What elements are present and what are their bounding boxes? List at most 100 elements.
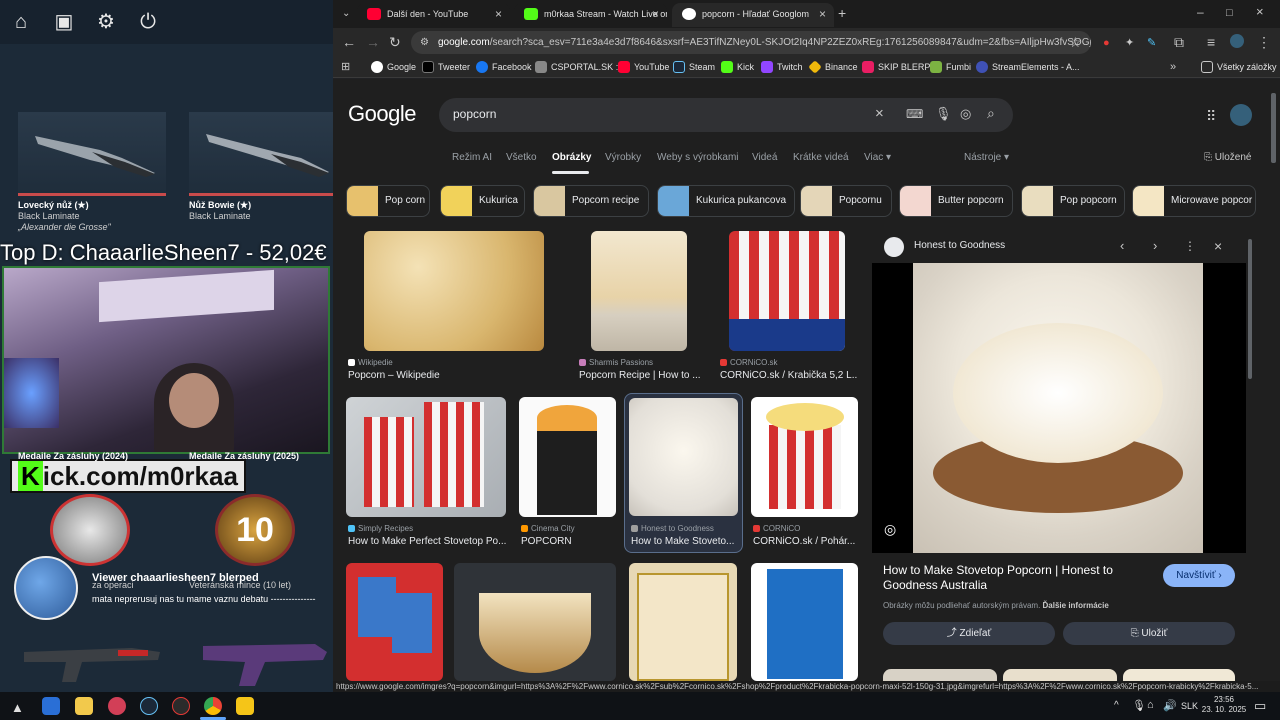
gear-icon[interactable]: ⚙ [95, 11, 117, 33]
close-icon[interactable]: × [1214, 231, 1222, 261]
related-chip[interactable]: Popcorn recipe [533, 185, 649, 217]
apps-grid-icon[interactable]: ⊞ [341, 60, 350, 74]
bookmark[interactable]: Facebook [476, 60, 532, 74]
preview-scrollbar[interactable] [1248, 239, 1252, 379]
bookmark[interactable]: Steam [673, 60, 715, 74]
result-thumbnail[interactable] [346, 563, 443, 681]
tab-images[interactable]: Obrázky [552, 152, 591, 163]
search-query[interactable]: popcorn [453, 107, 496, 121]
tab-google[interactable]: popcorn - Hľadať Googlom × [672, 3, 834, 27]
tab-search-icon[interactable]: ⌄ [342, 7, 350, 21]
close-tab-icon[interactable]: × [495, 3, 502, 25]
more-bookmarks-icon[interactable]: » [1170, 60, 1176, 74]
tab-products[interactable]: Výrobky [605, 152, 641, 163]
file-explorer-icon[interactable] [75, 697, 93, 715]
related-chip[interactable]: Popcornu [800, 185, 892, 217]
image-result[interactable]: Sharmis Passions Popcorn Recipe | How to… [577, 231, 707, 391]
lens-icon[interactable]: ◎ [960, 106, 971, 122]
result-thumbnail[interactable] [751, 397, 858, 517]
related-chip[interactable]: Kukurica [440, 185, 525, 217]
close-tab-icon[interactable]: × [819, 3, 826, 25]
bookmark[interactable]: StreamElements - A... [976, 60, 1080, 74]
network-icon[interactable]: ⌂ [1147, 699, 1154, 711]
site-info-icon[interactable]: ⚙ [420, 31, 429, 54]
share-button[interactable]: ⤴ Zdieľať [883, 622, 1055, 645]
google-apps-icon[interactable]: ⠿ [1206, 108, 1216, 125]
related-chip[interactable]: Pop popcorn [1021, 185, 1125, 217]
result-title[interactable]: How to Make Perfect Stovetop Po... [348, 536, 506, 547]
result-thumbnail[interactable] [751, 563, 858, 681]
language-indicator[interactable]: SLK [1181, 701, 1198, 711]
more-options-icon[interactable]: ⋮ [1184, 231, 1196, 261]
bookmark[interactable]: SKIP BLERP [862, 60, 930, 74]
microphone-icon[interactable]: 🎙 [935, 106, 952, 122]
bookmark[interactable]: Binance [808, 60, 858, 74]
image-result[interactable]: CORNiCO.sk CORNiCO.sk / Krabička 5,2 L..… [718, 231, 858, 391]
previous-icon[interactable]: ‹ [1120, 231, 1124, 261]
image-result-selected[interactable]: Honest to Goodness How to Make Stoveto..… [624, 393, 743, 553]
result-title[interactable]: CORNiCO.sk / Krabička 5,2 L... [720, 370, 858, 381]
related-chip[interactable]: Microwave popcor [1132, 185, 1256, 217]
result-thumbnail[interactable] [629, 398, 738, 516]
address-bar[interactable]: ⚙ google.com/search?sca_esv=711e3a4e3d7f… [411, 31, 1091, 54]
extension-icon[interactable]: ✦ [1125, 36, 1134, 50]
image-result[interactable]: Wikipedie Popcorn – Wikipedie [346, 231, 556, 391]
tray-arrow-icon[interactable]: ^ [1114, 700, 1119, 711]
image-result[interactable] [629, 563, 737, 681]
bookmark-star-icon[interactable]: ☆ [1069, 35, 1082, 49]
lens-search-icon[interactable]: ◎ [884, 521, 896, 538]
profile-avatar[interactable] [1230, 34, 1244, 48]
result-title[interactable]: How to Make Stoveto... [631, 536, 739, 547]
minimize-icon[interactable]: – [1197, 5, 1204, 19]
next-icon[interactable]: › [1153, 231, 1157, 261]
image-result[interactable] [454, 563, 616, 681]
all-bookmarks-folder[interactable]: Všetky záložky [1201, 60, 1277, 74]
search-icon[interactable]: ⌕ [987, 105, 995, 122]
maximize-icon[interactable]: □ [1226, 6, 1233, 20]
tab-all[interactable]: Všetko [506, 152, 537, 163]
tab-youtube[interactable]: Další den - YouTube × [357, 3, 510, 27]
image-result[interactable] [751, 563, 859, 681]
result-thumbnail[interactable] [729, 231, 845, 351]
result-thumbnail[interactable] [346, 397, 506, 517]
keyboard-icon[interactable]: ⌨ [906, 107, 923, 121]
google-logo[interactable]: Google [348, 101, 416, 127]
related-chip[interactable]: Kukurica pukancova [657, 185, 795, 217]
result-title[interactable]: Popcorn – Wikipedie [348, 370, 553, 381]
extension-icon[interactable]: ● [1103, 36, 1110, 50]
visit-button[interactable]: Navštíviť › [1163, 564, 1235, 587]
image-result[interactable]: Simply Recipes How to Make Perfect Stove… [346, 397, 506, 557]
app-icon[interactable] [108, 697, 126, 715]
related-chip[interactable]: Butter popcorn [899, 185, 1013, 217]
bookmark[interactable]: Fumbi [930, 60, 971, 74]
tab-more[interactable]: Viac ▾ [864, 152, 891, 163]
reload-icon[interactable]: ↻ [389, 35, 401, 49]
preview-title[interactable]: How to Make Stovetop Popcorn | Honest to… [883, 563, 1153, 593]
save-button[interactable]: ⎘ Uložiť [1063, 622, 1235, 645]
tab-videos[interactable]: Videá [752, 152, 777, 163]
back-icon[interactable]: ← [342, 35, 356, 49]
notifications-icon[interactable]: ▭ [1254, 698, 1266, 714]
steam-icon[interactable] [140, 697, 158, 715]
tools-button[interactable]: Nástroje ▾ [964, 152, 1009, 163]
saved-button[interactable]: ⎘ Uložené [1204, 152, 1251, 163]
result-title[interactable]: Popcorn Recipe | How to ... [579, 370, 704, 381]
system-clock[interactable]: 23:56 23. 10. 2025 [1200, 695, 1248, 715]
windows-icon[interactable] [42, 697, 60, 715]
obs-icon[interactable] [172, 697, 190, 715]
image-result[interactable] [346, 563, 443, 681]
tab-ai-mode[interactable]: Režim AI [452, 152, 492, 163]
tab-short-videos[interactable]: Krátke videá [793, 152, 849, 163]
search-box[interactable]: popcorn × ⌨ 🎙 ◎ ⌕ [439, 98, 1013, 132]
result-thumbnail[interactable] [591, 231, 687, 351]
briefcase-icon[interactable]: ▣ [53, 11, 75, 33]
tab-product-sites[interactable]: Weby s výrobkami [657, 152, 739, 163]
preview-source[interactable]: Honest to Goodness [914, 240, 1005, 251]
media-icon[interactable]: ≡ [1207, 35, 1215, 49]
bookmark[interactable]: CSPORTAL.SK :) [535, 60, 621, 74]
extension-icon[interactable]: ✎ [1147, 36, 1156, 50]
bookmark[interactable]: Twitch [761, 60, 803, 74]
microphone-icon[interactable]: 🎙 [1132, 699, 1146, 712]
related-chip[interactable]: Pop corn [346, 185, 430, 217]
bookmark[interactable]: Tweeter [422, 60, 470, 74]
